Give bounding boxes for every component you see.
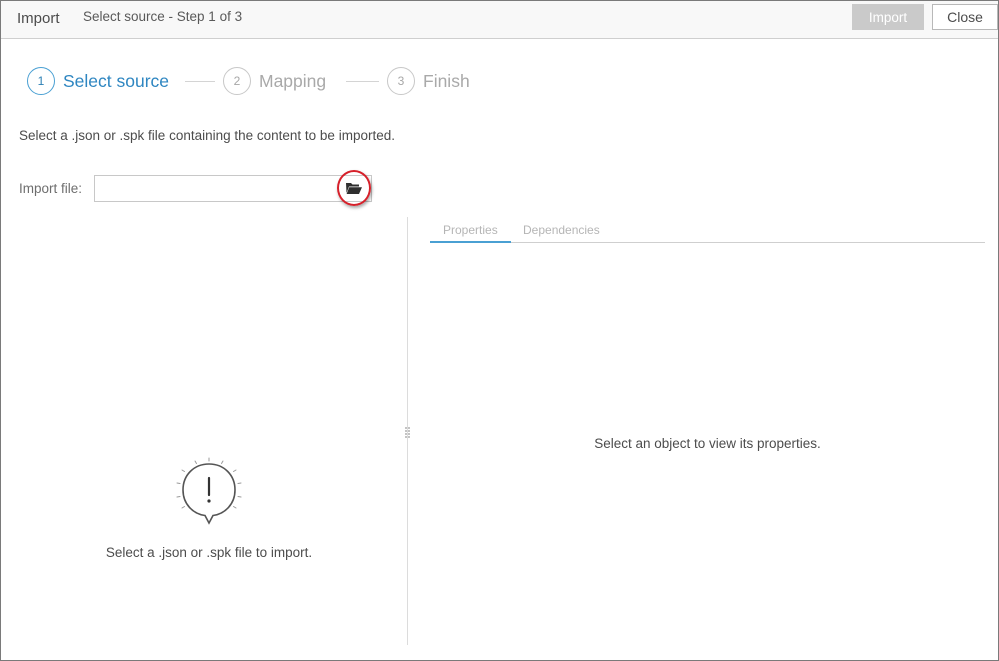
properties-tabbar: Properties Dependencies — [430, 223, 985, 243]
import-button[interactable]: Import — [852, 4, 924, 30]
highlight-annotation — [337, 170, 371, 206]
step-connector — [346, 81, 379, 82]
step-connector — [185, 81, 215, 82]
step-select-source: 1 Select source — [27, 67, 169, 95]
exclamation-bubble-icon — [173, 457, 245, 529]
close-button[interactable]: Close — [932, 4, 998, 30]
import-dialog: Import Select source - Step 1 of 3 Impor… — [0, 0, 999, 661]
step-number: 3 — [387, 67, 415, 95]
dialog-title: Import — [17, 10, 60, 27]
instruction-text: Select a .json or .spk file containing t… — [19, 128, 395, 143]
properties-empty-message: Select an object to view its properties. — [594, 436, 821, 451]
left-pane-empty-message: Select a .json or .spk file to import. — [105, 545, 313, 560]
import-file-label: Import file: — [19, 181, 83, 196]
step-mapping: 2 Mapping — [223, 67, 326, 95]
import-file-input[interactable] — [94, 175, 372, 202]
splitter-grip-icon[interactable] — [404, 425, 411, 438]
tab-dependencies[interactable]: Dependencies — [510, 223, 613, 242]
step-caption: Select source - Step 1 of 3 — [83, 9, 243, 24]
step-label: Mapping — [259, 70, 327, 91]
step-label: Finish — [423, 70, 470, 91]
step-number: 1 — [27, 67, 55, 95]
dialog-header: Import Select source - Step 1 of 3 Impor… — [1, 1, 998, 39]
step-number: 2 — [223, 67, 251, 95]
step-label: Select source — [63, 70, 170, 91]
tab-properties[interactable]: Properties — [430, 223, 511, 243]
step-finish: 3 Finish — [387, 67, 470, 95]
